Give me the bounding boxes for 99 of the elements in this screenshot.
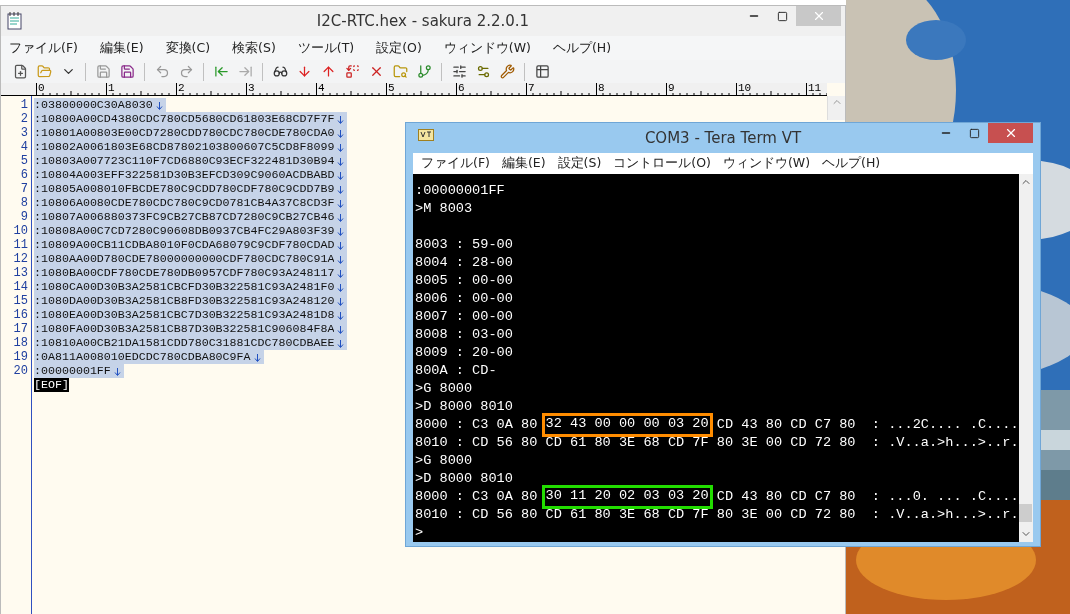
line-number: 17 (12, 322, 29, 336)
line-number: 6 (19, 168, 29, 182)
sliders-icon (451, 64, 467, 79)
menu-item[interactable]: ファイル(F) (421, 155, 490, 172)
ruler-number: 9 (666, 83, 675, 95)
replace-button[interactable] (343, 62, 361, 81)
ruler-number: 1 (106, 83, 115, 95)
ruler-number: 2 (176, 83, 185, 95)
scrollbar[interactable] (1018, 174, 1033, 542)
terminal-text: 8007 : 00-00 (415, 308, 513, 326)
sliders-button[interactable] (450, 62, 468, 81)
glasses-icon (272, 64, 288, 79)
menu-item[interactable]: 設定(O) (376, 39, 422, 57)
line-number: 2 (19, 112, 29, 126)
maximize-icon (776, 10, 788, 22)
floppy-disk-button[interactable] (118, 62, 136, 81)
terminal-text: >G 8000 (415, 380, 473, 398)
arrow-down-icon (296, 64, 312, 79)
menu-item[interactable]: 編集(E) (501, 155, 546, 172)
line-number: 19 (12, 350, 29, 364)
menu-item[interactable]: 編集(E) (99, 39, 144, 57)
ruler-number: 7 (526, 83, 535, 95)
folder-search-icon (392, 64, 408, 79)
line-number: 14 (12, 280, 29, 294)
terminal-text: >M 8003 (415, 200, 473, 218)
line-number: 13 (12, 266, 29, 280)
highlighted-bytes: 32 43 00 00 00 03 20 (541, 413, 713, 437)
ruler-number: 10 (736, 83, 752, 95)
arrow-right-icon (237, 64, 253, 79)
terminal-text: >D 8000 8010 (415, 470, 513, 488)
undo-icon (154, 64, 170, 79)
table-button[interactable] (533, 62, 551, 81)
terminal-text: 8010 : CD 56 80 CD 61 80 3E 68 CD 7F 80 3E 00 CD 72 80 : .V..a.>h...>..r. (415, 506, 1019, 524)
ruler-number: 6 (456, 83, 465, 95)
line-number: 9 (19, 210, 29, 224)
terminal-text: CD 43 80 CD C7 80 : ...2C.... .C.... (715, 416, 1019, 434)
line-number: 5 (19, 154, 29, 168)
menu-item[interactable]: ウィンドウ(W) (443, 39, 531, 57)
window-title: I2C-RTC.hex - sakura 2.2.0.1 (316, 12, 530, 30)
terminal-text: 8008 : 03-00 (415, 326, 513, 344)
menu-item[interactable]: ヘルプ(H) (822, 155, 881, 172)
eof-marker: [EOF] (34, 378, 69, 392)
line-number: 11 (12, 238, 29, 252)
line-number: 18 (12, 336, 29, 350)
wrench-icon (499, 64, 515, 79)
ruler-number: 8 (596, 83, 605, 95)
maximize-icon (968, 127, 980, 139)
terminal-text: 8004 : 28-00 (415, 254, 513, 272)
table-icon (534, 64, 550, 79)
terminal-text: 8006 : 00-00 (415, 290, 513, 308)
terminal-text: > (415, 524, 424, 542)
line-number: 10 (12, 224, 29, 238)
folder-icon (36, 64, 52, 79)
line-number: 7 (19, 182, 29, 196)
line-number: 16 (12, 308, 29, 322)
menu-item[interactable]: 検索(S) (232, 39, 276, 57)
menu-item[interactable]: 変換(C) (165, 39, 211, 57)
terminal-text: 8000 : C3 0A 80 (415, 416, 539, 434)
wrench-button[interactable] (498, 62, 516, 81)
folder-search-button[interactable] (391, 62, 409, 81)
line-number: 15 (12, 294, 29, 308)
line-number: 4 (19, 140, 29, 154)
terminal-text: 8000 : C3 0A 80 (415, 488, 539, 506)
new-file-icon (12, 64, 28, 79)
ruler-number: 11 (806, 83, 822, 95)
terminal-text: 8003 : 59-00 (415, 236, 513, 254)
terminal-text: >D 8000 8010 (415, 398, 513, 416)
menu-item[interactable]: 設定(S) (557, 155, 602, 172)
menu-item[interactable]: ファイル(F) (9, 39, 78, 57)
menu-item[interactable]: ウィンドウ(W) (722, 155, 811, 172)
menu-item[interactable]: ツール(T) (297, 39, 355, 57)
line-number: 8 (19, 196, 29, 210)
window-title: COM3 - Tera Term VT (644, 129, 802, 147)
notepad-icon (7, 12, 23, 30)
arrow-left-icon (213, 64, 229, 79)
terminal-text: >G 8000 (415, 452, 473, 470)
line-number: 20 (12, 364, 29, 378)
highlighted-bytes: 30 11 20 02 03 03 20 (541, 485, 713, 509)
ruler-number: 3 (246, 83, 255, 95)
line-number: 1 (19, 98, 29, 112)
menu-item[interactable]: コントロール(O) (613, 155, 711, 172)
ruler-number: 5 (386, 83, 395, 95)
replace-icon (344, 64, 360, 79)
line-number: 12 (12, 252, 29, 266)
terminal-text: 800A : CD- (415, 362, 497, 380)
ruler-number: 4 (316, 83, 325, 95)
terminal-text: 8010 : CD 56 80 CD 61 80 3E 68 CD 7F 80 3E 00 CD 72 80 : .V..a.>h...>..r. (415, 434, 1019, 452)
terminal-app-icon (418, 129, 434, 143)
menu-item[interactable]: ヘルプ(H) (552, 39, 612, 57)
terminal-text: 8005 : 00-00 (415, 272, 513, 290)
scroll-thumb[interactable] (1019, 504, 1033, 522)
line-number: 3 (19, 126, 29, 140)
redo-icon (178, 64, 194, 79)
terminal-text: 8009 : 20-00 (415, 344, 513, 362)
terminal-text: :00000001FF (415, 182, 505, 200)
branch-icon (416, 64, 432, 79)
branch-button[interactable] (415, 62, 433, 81)
terminal-text: CD 43 80 CD C7 80 : ...0. ... .C.... (715, 488, 1019, 506)
ruler-number: 0 (36, 83, 45, 95)
